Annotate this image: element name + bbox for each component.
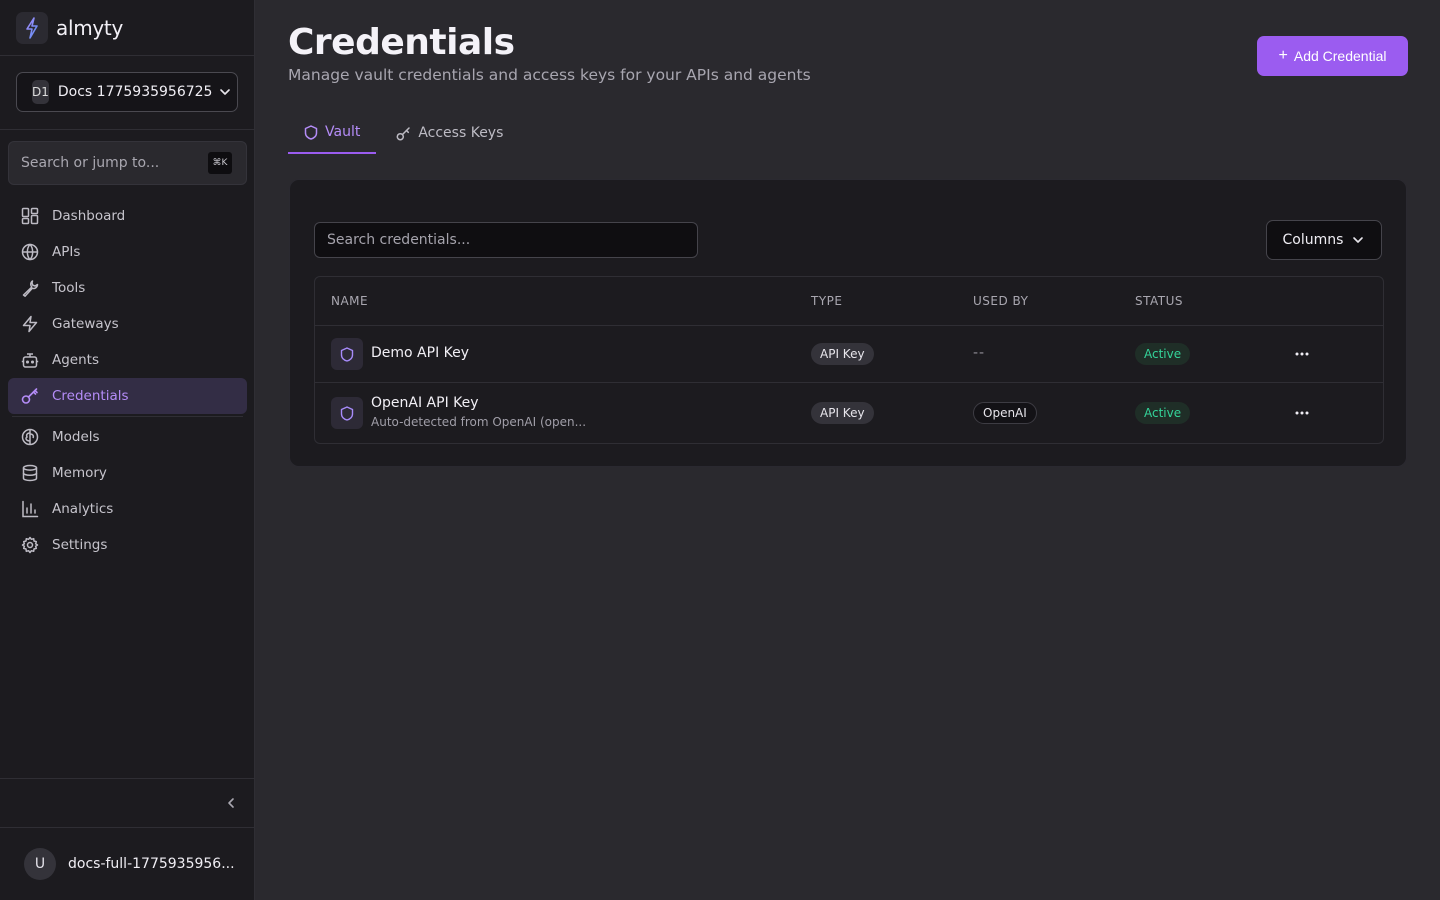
- brand[interactable]: almyty: [0, 0, 254, 56]
- column-header-status[interactable]: STATUS: [1135, 294, 1183, 308]
- credentials-table: NAME TYPE USED BY STATUS Demo API Key AP…: [314, 276, 1384, 444]
- add-credential-button[interactable]: + Add Credential: [1257, 36, 1408, 76]
- search-jump-placeholder: Search or jump to...: [21, 155, 160, 171]
- tab-access-keys[interactable]: Access Keys: [380, 112, 519, 154]
- sidebar-item-models[interactable]: Models: [8, 419, 247, 455]
- sidebar-item-label: Memory: [52, 465, 107, 481]
- shortcut-badge: ⌘K: [208, 152, 232, 174]
- column-header-name[interactable]: NAME: [331, 294, 368, 308]
- more-horizontal-icon: [1295, 352, 1309, 356]
- chevron-down-icon: [218, 85, 232, 99]
- sidebar-item-analytics[interactable]: Analytics: [8, 491, 247, 527]
- bar-chart-icon: [20, 499, 40, 519]
- tab-bar: Vault Access Keys: [288, 112, 519, 154]
- used-by-badge: OpenAI: [973, 402, 1037, 424]
- workspace-selector[interactable]: D1 Docs 1775935956725: [16, 72, 238, 112]
- more-horizontal-icon: [1295, 411, 1309, 415]
- credentials-card: Columns NAME TYPE USED BY STATUS Demo AP…: [289, 179, 1407, 467]
- sidebar-item-tools[interactable]: Tools: [8, 270, 247, 306]
- status-badge: Active: [1135, 402, 1191, 424]
- key-icon: [396, 126, 411, 141]
- chevron-down-icon: [1351, 233, 1365, 247]
- sidebar-item-label: Agents: [52, 352, 99, 368]
- page-subtitle: Manage vault credentials and access keys…: [288, 66, 811, 84]
- columns-label: Columns: [1282, 232, 1344, 248]
- shield-icon: [331, 338, 363, 370]
- collapse-sidebar-button[interactable]: [225, 796, 237, 810]
- workspace-avatar: D1: [32, 80, 49, 104]
- sidebar-item-label: Analytics: [52, 501, 114, 517]
- sidebar-item-agents[interactable]: Agents: [8, 342, 247, 378]
- column-header-type[interactable]: TYPE: [811, 294, 842, 308]
- sidebar: almyty D1 Docs 1775935956725 Search or j…: [0, 0, 255, 900]
- user-menu[interactable]: U docs-full-1775935956...: [24, 848, 235, 880]
- user-name: docs-full-1775935956...: [68, 856, 235, 872]
- sidebar-item-label: Settings: [52, 537, 108, 553]
- sidebar-item-memory[interactable]: Memory: [8, 455, 247, 491]
- credential-name: OpenAI API Key: [371, 395, 479, 411]
- gear-icon: [20, 535, 40, 555]
- tab-vault[interactable]: Vault: [288, 112, 377, 154]
- sidebar-item-label: Credentials: [52, 388, 129, 404]
- sidebar-item-apis[interactable]: APIs: [8, 234, 247, 270]
- brand-logo-icon: [16, 11, 48, 44]
- table-row[interactable]: Demo API Key API Key -- Active: [315, 326, 1383, 383]
- database-icon: [20, 463, 40, 483]
- sidebar-nav: Dashboard APIs Tools Gateways Agents Cre…: [8, 198, 247, 563]
- chevron-left-icon: [228, 798, 234, 808]
- wrench-icon: [20, 278, 40, 298]
- status-badge: Active: [1135, 343, 1191, 365]
- more-actions-button[interactable]: [1290, 401, 1314, 425]
- key-icon: [20, 386, 40, 406]
- brain-icon: [20, 427, 40, 447]
- column-header-used-by[interactable]: USED BY: [973, 294, 1028, 308]
- table-header: NAME TYPE USED BY STATUS: [315, 277, 1383, 326]
- columns-button[interactable]: Columns: [1266, 220, 1382, 260]
- type-badge: API Key: [811, 343, 874, 365]
- globe-icon: [20, 242, 40, 262]
- zap-icon: [20, 314, 40, 334]
- shield-icon: [304, 124, 318, 140]
- page-title: Credentials: [288, 22, 515, 63]
- tab-label: Vault: [325, 124, 361, 140]
- credential-description: Auto-detected from OpenAI (open...: [371, 415, 587, 429]
- sidebar-item-dashboard[interactable]: Dashboard: [8, 198, 247, 234]
- table-row[interactable]: OpenAI API Key Auto-detected from OpenAI…: [315, 383, 1383, 443]
- search-jump-input[interactable]: Search or jump to... ⌘K: [8, 141, 247, 185]
- sidebar-item-credentials[interactable]: Credentials: [8, 378, 247, 414]
- sidebar-item-label: Gateways: [52, 316, 119, 332]
- sidebar-item-label: Tools: [52, 280, 86, 296]
- brand-name: almyty: [56, 15, 124, 40]
- sidebar-divider: [12, 416, 243, 417]
- search-credentials-input[interactable]: [314, 222, 698, 258]
- workspace-name: Docs 1775935956725: [57, 84, 213, 100]
- more-actions-button[interactable]: [1290, 342, 1314, 366]
- used-by-value: --: [973, 345, 986, 361]
- dashboard-icon: [20, 206, 40, 226]
- type-badge: API Key: [811, 402, 874, 424]
- sidebar-item-settings[interactable]: Settings: [8, 527, 247, 563]
- shield-icon: [331, 397, 363, 429]
- sidebar-item-label: APIs: [52, 244, 81, 260]
- workspace-section: D1 Docs 1775935956725: [0, 56, 254, 130]
- tab-label: Access Keys: [418, 125, 504, 141]
- bot-icon: [20, 350, 40, 370]
- main-content: Credentials Manage vault credentials and…: [256, 0, 1440, 900]
- sidebar-item-label: Models: [52, 429, 100, 445]
- avatar: U: [24, 848, 56, 880]
- credential-name: Demo API Key: [371, 345, 470, 361]
- sidebar-collapse-bar: [0, 778, 255, 828]
- sidebar-item-label: Dashboard: [52, 208, 126, 224]
- sidebar-item-gateways[interactable]: Gateways: [8, 306, 247, 342]
- add-credential-label: Add Credential: [1293, 48, 1387, 64]
- plus-icon: +: [1278, 47, 1288, 64]
